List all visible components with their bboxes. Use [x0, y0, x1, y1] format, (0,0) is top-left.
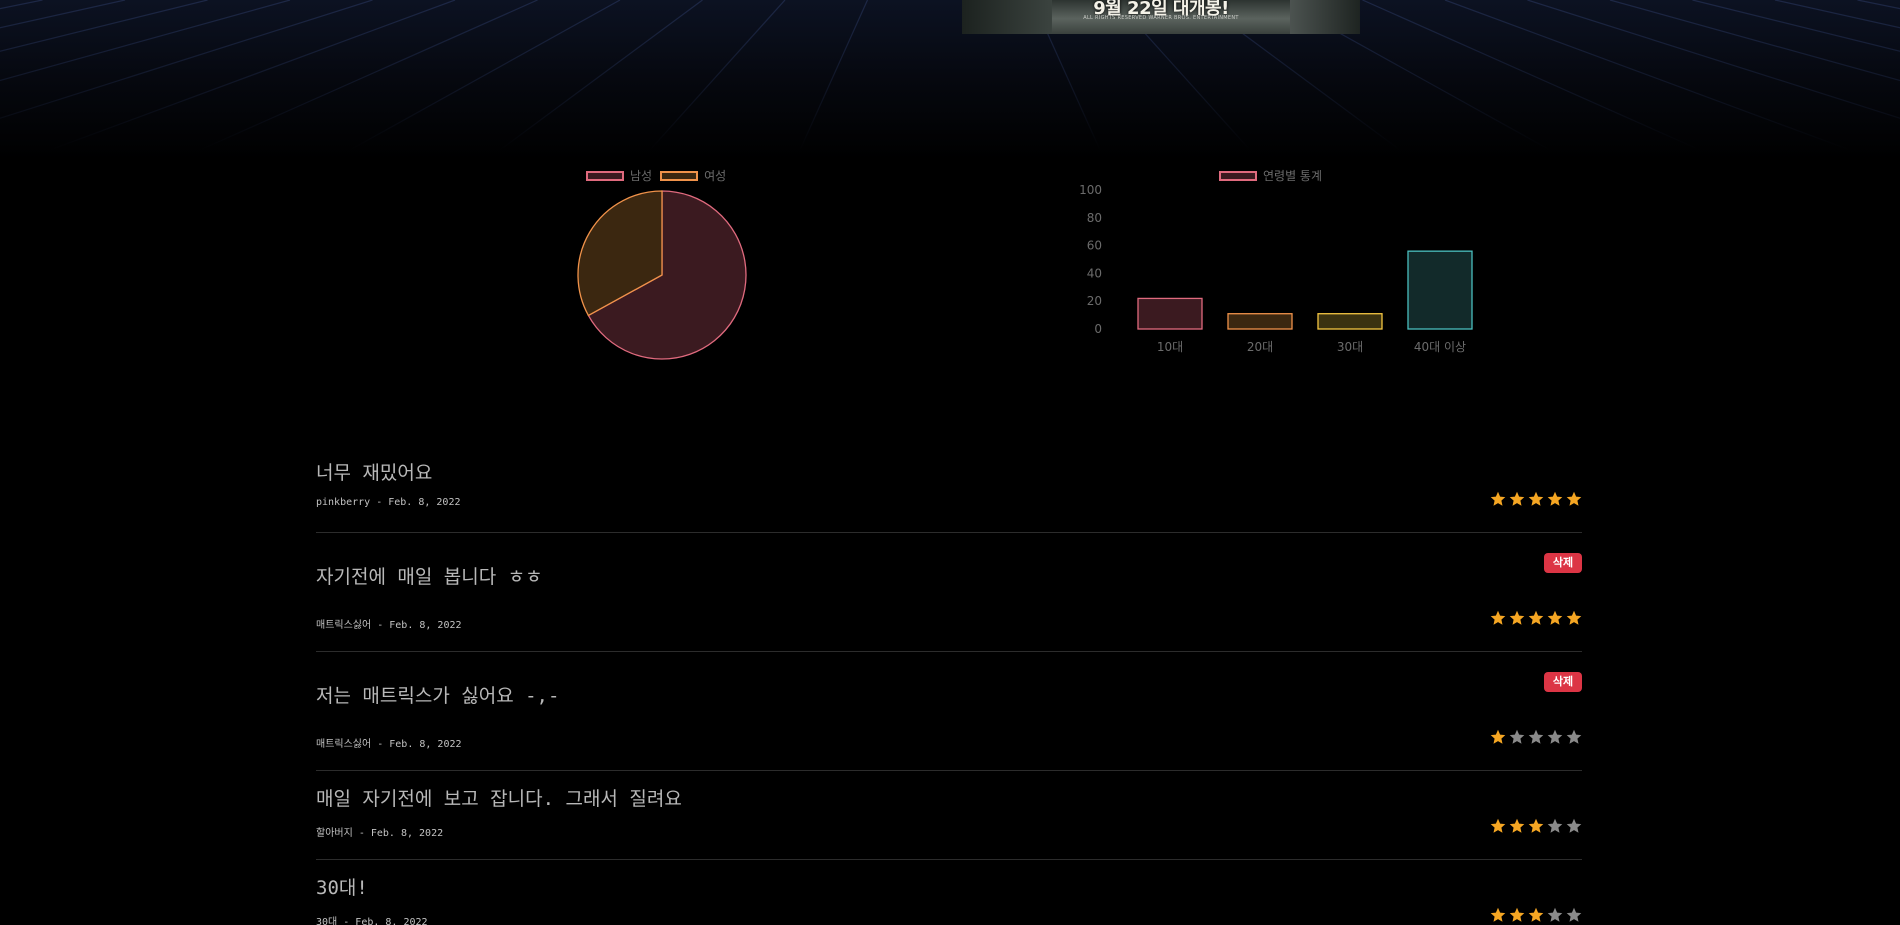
- review-meta: 매트릭스싫어 - Feb. 8, 2022: [316, 620, 462, 631]
- review-item: 너무 재밌어요 pinkberry - Feb. 8, 2022: [316, 446, 1582, 533]
- legend-item-male[interactable]: 남성: [586, 167, 652, 184]
- age-bar-chart: 100 80 60 40 20 0 10대 20대 30대 40대 이상: [1079, 183, 1473, 354]
- bar-2[interactable]: [1227, 313, 1293, 330]
- star-filled-icon: [1566, 491, 1582, 506]
- review-meta: 매트릭스싫어 - Feb. 8, 2022: [316, 739, 462, 750]
- star-filled-icon: [1490, 491, 1506, 506]
- review-meta: 할아버지 - Feb. 8, 2022: [316, 828, 444, 839]
- movie-poster: 9월 22일 대개봉! ALL RIGHTS RESERVED WARNER B…: [962, 0, 1360, 34]
- y-tick-label: 100: [1079, 183, 1102, 197]
- bar-3[interactable]: [1317, 313, 1383, 330]
- legend-swatch-female: [660, 170, 699, 181]
- x-tick-label: 30대: [1337, 340, 1363, 354]
- review-title: 너무 재밌어요: [316, 462, 433, 484]
- review-list: 너무 재밌어요 pinkberry - Feb. 8, 2022 삭제 자기전에…: [316, 446, 1582, 925]
- star-filled-icon: [1490, 818, 1506, 833]
- legend-item-female[interactable]: 여성: [660, 167, 726, 184]
- star-filled-icon: [1528, 610, 1544, 625]
- star-filled-icon: [1528, 491, 1544, 506]
- star-empty-icon: [1547, 729, 1563, 744]
- page: 9월 22일 대개봉! ALL RIGHTS RESERVED WARNER B…: [0, 0, 1900, 925]
- star-empty-icon: [1547, 907, 1563, 922]
- star-empty-icon: [1528, 729, 1544, 744]
- x-tick-label: 10대: [1157, 340, 1183, 354]
- star-empty-icon: [1509, 729, 1525, 744]
- star-filled-icon: [1490, 729, 1506, 744]
- star-filled-icon: [1547, 610, 1563, 625]
- delete-button[interactable]: 삭제: [1544, 553, 1582, 573]
- star-filled-icon: [1509, 818, 1525, 833]
- star-filled-icon: [1509, 491, 1525, 506]
- star-empty-icon: [1547, 818, 1563, 833]
- bar-4[interactable]: [1407, 250, 1473, 330]
- x-tick-label: 20대: [1247, 340, 1273, 354]
- review-title: 매일 자기전에 보고 잡니다. 그래서 질려요: [316, 788, 682, 810]
- poster-fine-print: ALL RIGHTS RESERVED WARNER BROS. ENTERTA…: [1083, 15, 1239, 21]
- gender-chart-legend: 남성 여성: [586, 167, 726, 184]
- star-filled-icon: [1528, 818, 1544, 833]
- star-filled-icon: [1509, 907, 1525, 922]
- y-tick-label: 40: [1087, 266, 1102, 280]
- star-rating: [1490, 610, 1582, 626]
- review-item: 삭제 자기전에 매일 봅니다 ㅎㅎ 매트릭스싫어 - Feb. 8, 2022: [316, 533, 1582, 652]
- review-item: 삭제 저는 매트릭스가 싫어요 -,- 매트릭스싫어 - Feb. 8, 202…: [316, 652, 1582, 771]
- review-title: 자기전에 매일 봅니다 ㅎㅎ: [316, 566, 543, 588]
- y-tick-label: 0: [1094, 322, 1102, 336]
- synthwave-grid-background: [0, 0, 1900, 160]
- x-tick-label: 40대 이상: [1414, 340, 1466, 354]
- bar-1[interactable]: [1137, 297, 1203, 330]
- y-tick-label: 60: [1087, 239, 1102, 253]
- y-tick-label: 20: [1087, 294, 1102, 308]
- delete-button[interactable]: 삭제: [1544, 672, 1582, 692]
- review-meta: 30대 - Feb. 8, 2022: [316, 917, 428, 925]
- star-rating: [1490, 729, 1582, 745]
- star-rating: [1490, 907, 1582, 923]
- review-title: 저는 매트릭스가 싫어요 -,-: [316, 685, 560, 707]
- star-rating: [1490, 818, 1582, 834]
- legend-swatch-male: [586, 170, 624, 181]
- star-empty-icon: [1566, 729, 1582, 744]
- star-filled-icon: [1528, 907, 1544, 922]
- star-filled-icon: [1566, 610, 1582, 625]
- review-item: 매일 자기전에 보고 잡니다. 그래서 질려요 할아버지 - Feb. 8, 2…: [316, 771, 1582, 860]
- legend-label-female: 여성: [704, 169, 727, 183]
- star-filled-icon: [1509, 610, 1525, 625]
- star-filled-icon: [1490, 610, 1506, 625]
- star-rating: [1490, 491, 1582, 507]
- gender-pie-chart: [577, 190, 747, 360]
- star-filled-icon: [1547, 491, 1563, 506]
- star-empty-icon: [1566, 818, 1582, 833]
- legend-label-male: 남성: [630, 169, 653, 183]
- review-title: 30대!: [316, 877, 368, 899]
- star-filled-icon: [1490, 907, 1506, 922]
- star-empty-icon: [1566, 907, 1582, 922]
- y-tick-label: 80: [1087, 211, 1102, 225]
- review-meta: pinkberry - Feb. 8, 2022: [316, 497, 461, 508]
- review-item: 30대! 30대 - Feb. 8, 2022: [316, 860, 1582, 925]
